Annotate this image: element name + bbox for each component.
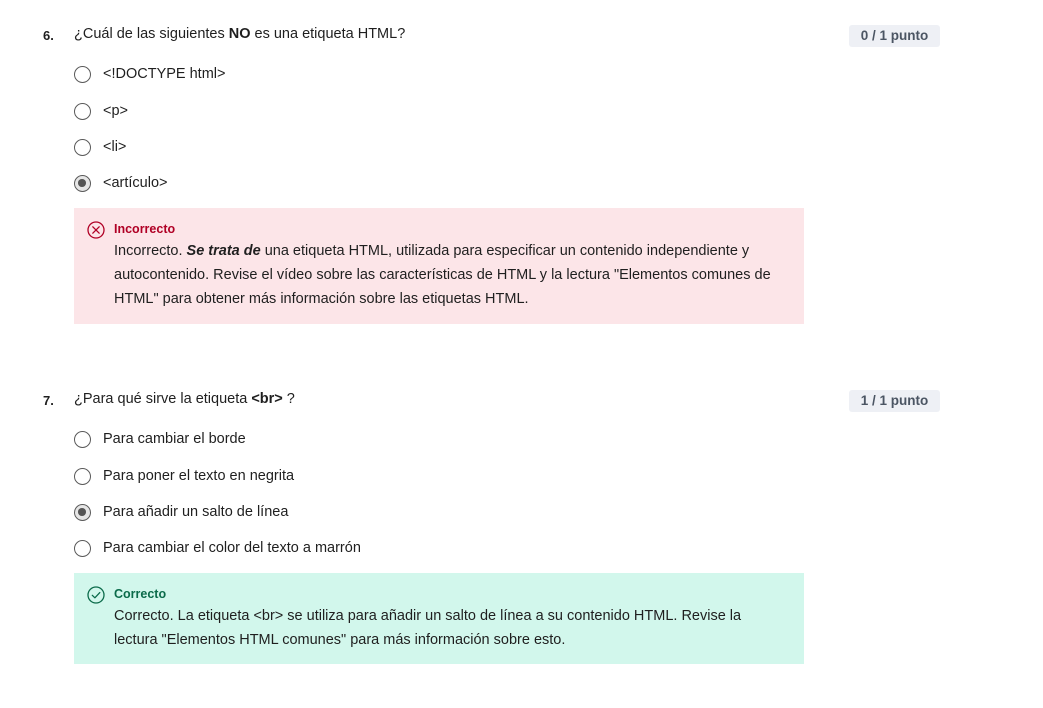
question-text-part: ¿Cuál de las siguientes (74, 26, 229, 42)
answer-option[interactable]: <p> (74, 102, 574, 124)
check-circle-icon (87, 586, 105, 604)
feedback-incorrect: Incorrecto Incorrecto. Se trata de una e… (74, 208, 804, 324)
radio-button-selected[interactable] (74, 504, 91, 521)
feedback-text: Incorrecto. Se trata de una etiqueta HTM… (114, 239, 786, 311)
option-label: <p> (103, 103, 128, 119)
feedback-correct: Correcto Correcto. La etiqueta <br> se u… (74, 573, 804, 664)
radio-button[interactable] (74, 103, 91, 120)
option-label: Para poner el texto en negrita (103, 468, 295, 484)
answer-option[interactable]: <li> (74, 138, 574, 160)
answer-option[interactable]: Para poner el texto en negrita (74, 467, 574, 489)
radio-button[interactable] (74, 540, 91, 557)
question-header: 6. ¿Cuál de las siguientes NO es una eti… (0, 25, 1043, 49)
radio-button[interactable] (74, 139, 91, 156)
x-circle-icon (87, 221, 105, 239)
answer-option-selected[interactable]: <artículo> (74, 174, 574, 196)
feedback-status: Incorrecto (114, 222, 176, 236)
question-number: 6. (43, 28, 54, 43)
answer-option[interactable]: Para cambiar el color del texto a marrón (74, 539, 574, 561)
option-label: Para añadir un salto de línea (103, 504, 289, 520)
answer-option-selected[interactable]: Para añadir un salto de línea (74, 503, 574, 525)
radio-button[interactable] (74, 66, 91, 83)
option-label: <!DOCTYPE html> (103, 66, 226, 82)
radio-button[interactable] (74, 431, 91, 448)
option-label: <li> (103, 139, 127, 155)
question-text: ¿Para qué sirve la etiqueta <br> ? (74, 391, 295, 407)
question-text-part: es una etiqueta HTML? (250, 26, 406, 42)
points-badge: 0 / 1 punto (849, 25, 940, 47)
option-label: Para cambiar el color del texto a marrón (103, 540, 361, 556)
radio-button-selected[interactable] (74, 175, 91, 192)
question-text-bold: NO (228, 26, 251, 42)
question-text-part: ¿Para qué sirve la etiqueta (74, 391, 252, 407)
radio-button[interactable] (74, 468, 91, 485)
question-number: 7. (43, 393, 54, 408)
question-text-part: ? (282, 391, 295, 407)
feedback-text-emphasis: Se trata de (186, 243, 261, 259)
question-text: ¿Cuál de las siguientes NO es una etique… (74, 26, 405, 42)
option-label: Para cambiar el borde (103, 431, 246, 447)
question-text-bold: <br> (251, 391, 283, 407)
points-badge: 1 / 1 punto (849, 390, 940, 412)
option-label: <artículo> (103, 175, 168, 191)
feedback-text-part: Correcto. La etiqueta <br> se utiliza pa… (114, 608, 742, 648)
answer-option[interactable]: Para cambiar el borde (74, 430, 574, 452)
answer-option[interactable]: <!DOCTYPE html> (74, 65, 574, 87)
question-header: 7. ¿Para qué sirve la etiqueta <br> ? 1 … (0, 390, 1043, 414)
feedback-text: Correcto. La etiqueta <br> se utiliza pa… (114, 604, 786, 652)
feedback-text-part: Incorrecto. (114, 243, 187, 259)
feedback-status: Correcto (114, 587, 167, 601)
